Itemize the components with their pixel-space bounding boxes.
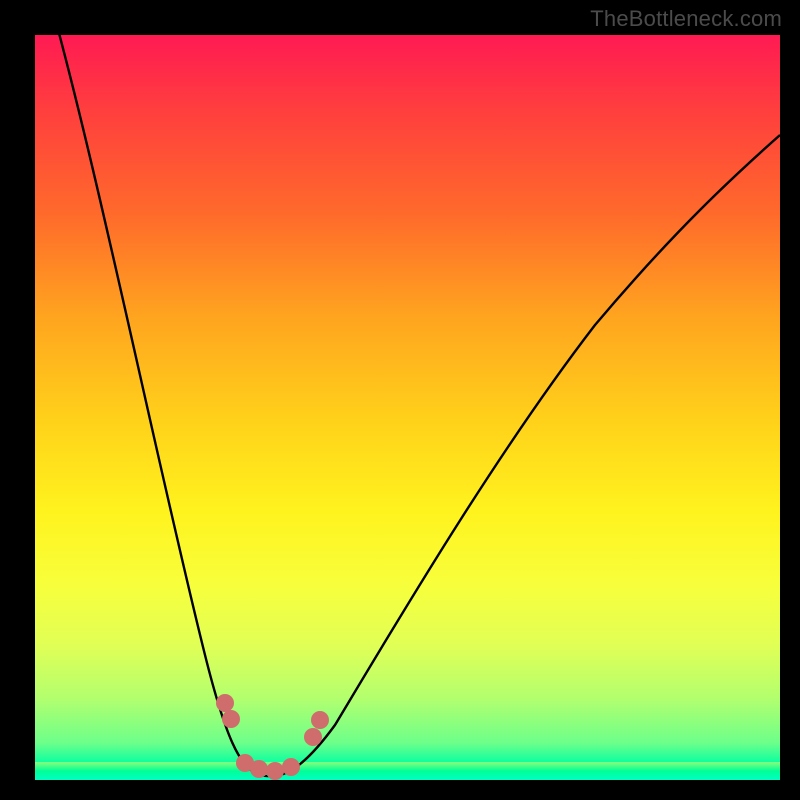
valley-dots bbox=[35, 35, 780, 780]
dot-icon bbox=[216, 694, 234, 712]
dot-icon bbox=[250, 760, 268, 778]
dot-icon bbox=[304, 728, 322, 746]
dot-icon bbox=[282, 758, 300, 776]
dot-icon bbox=[222, 710, 240, 728]
plot-area bbox=[35, 35, 780, 780]
watermark-text: TheBottleneck.com bbox=[590, 6, 782, 32]
frame: TheBottleneck.com bbox=[0, 0, 800, 800]
dot-icon bbox=[311, 711, 329, 729]
dot-icon bbox=[266, 762, 284, 780]
